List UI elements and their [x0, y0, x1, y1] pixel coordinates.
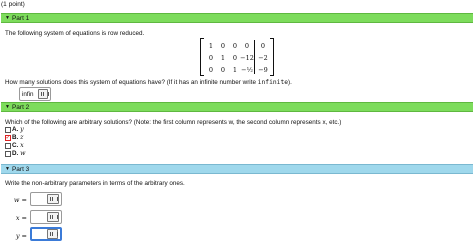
equation-editor-icon[interactable] [46, 229, 58, 239]
option-b[interactable]: ✓ B. z [5, 134, 23, 141]
w-answer-field[interactable] [30, 192, 62, 206]
checkbox-d[interactable] [5, 150, 11, 157]
part-1-label: Part 1 [11, 15, 30, 22]
part-1-header[interactable]: ▼ Part 1 [1, 13, 473, 23]
checkbox-c[interactable] [5, 142, 11, 149]
code-keyword: infinite [257, 79, 289, 86]
matrix-cell: −9 [258, 66, 268, 74]
option-a[interactable]: A. y [5, 126, 24, 133]
matrix-cell: 0 [260, 42, 266, 50]
w-equals-label: w = [13, 196, 27, 204]
checkbox-b-checked[interactable]: ✓ [5, 134, 11, 141]
part-3-header[interactable]: ▼ Part 3 [1, 164, 473, 174]
part-2-label: Part 2 [11, 104, 30, 111]
x-equals-label: x = [15, 214, 27, 222]
part-2-description: Which of the following are arbitrary sol… [5, 119, 342, 126]
y-equals-label: y = [15, 232, 27, 240]
checkbox-a[interactable] [5, 126, 11, 133]
part-1-question: How many solutions does this system of e… [5, 79, 292, 86]
matrix-cell: 0 [244, 42, 250, 50]
option-c[interactable]: C. x [5, 142, 24, 149]
matrix-cell: −2 [258, 54, 268, 62]
matrix-right-bracket [270, 38, 274, 76]
answer-value: infin [22, 90, 34, 98]
solutions-answer-field[interactable]: infin [19, 87, 51, 101]
collapse-triangle-icon: ▼ [5, 15, 10, 21]
matrix-cell: −12 [240, 54, 254, 62]
equation-editor-icon[interactable] [47, 194, 59, 204]
part-2-header[interactable]: ▼ Part 2 [1, 102, 473, 112]
collapse-triangle-icon: ▼ [5, 166, 10, 172]
collapse-triangle-icon: ▼ [5, 104, 10, 110]
points-label: (1 point) [1, 1, 25, 8]
augmented-matrix: 1 0 0 0 0 0 1 0 −12 −2 0 0 1 −½ −9 [200, 38, 274, 76]
part-1-description: The following system of equations is row… [5, 30, 145, 37]
y-answer-field[interactable] [30, 227, 62, 241]
equation-editor-icon[interactable] [47, 212, 59, 222]
option-d[interactable]: D. w [5, 150, 25, 157]
x-answer-field[interactable] [30, 210, 62, 224]
part-3-description: Write the non-arbitrary parameters in te… [5, 180, 185, 187]
equation-editor-icon[interactable] [37, 89, 50, 99]
augment-divider [254, 40, 255, 74]
matrix-cell: −½ [241, 66, 253, 74]
part-3-label: Part 3 [11, 166, 30, 173]
